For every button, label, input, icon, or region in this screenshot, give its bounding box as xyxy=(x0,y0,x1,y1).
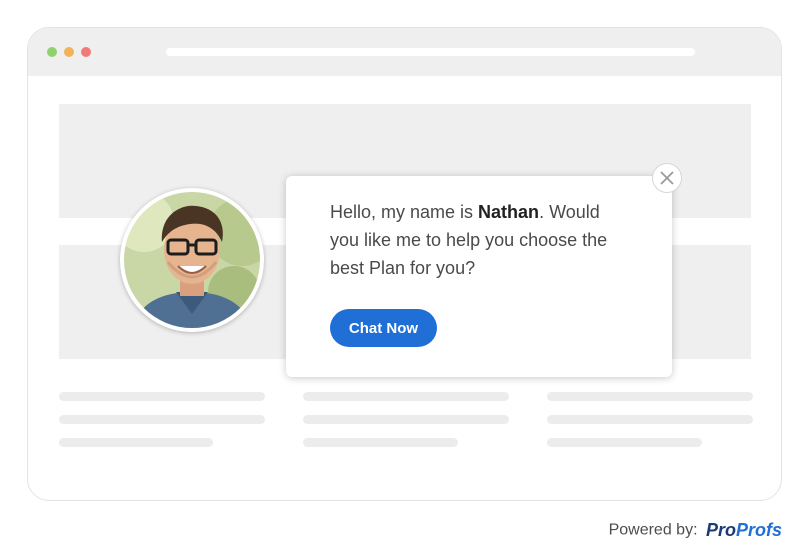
skeleton-line xyxy=(547,392,753,401)
chat-invite-message: Hello, my name is Nathan. Would you like… xyxy=(330,198,630,282)
chat-invite-card: Hello, my name is Nathan. Would you like… xyxy=(286,176,672,377)
chat-now-button[interactable]: Chat Now xyxy=(330,309,437,347)
skeleton-line xyxy=(547,415,753,424)
agent-photo xyxy=(124,192,260,328)
agent-name: Nathan xyxy=(478,202,540,222)
window-dot-green xyxy=(47,47,57,57)
window-dot-red xyxy=(81,47,91,57)
powered-by-label: Powered by: xyxy=(608,521,698,539)
skeleton-line xyxy=(303,438,458,447)
powered-by: Powered by: ProProfs xyxy=(609,520,782,540)
close-button[interactable] xyxy=(652,163,682,193)
skeleton-line xyxy=(59,392,265,401)
browser-titlebar xyxy=(28,28,781,76)
skeleton-line xyxy=(59,415,265,424)
agent-avatar xyxy=(120,188,264,332)
skeleton-line xyxy=(547,438,702,447)
address-bar xyxy=(166,48,695,56)
browser-window: Hello, my name is Nathan. Would you like… xyxy=(27,27,782,501)
logo-part-1: Pro xyxy=(705,520,736,540)
message-prefix: Hello, my name is xyxy=(330,202,479,222)
skeleton-line xyxy=(303,392,509,401)
close-icon xyxy=(660,171,674,185)
window-dot-yellow xyxy=(64,47,74,57)
skeleton-line xyxy=(59,438,213,447)
proprofs-logo[interactable]: ProProfs xyxy=(706,520,782,540)
skeleton-line xyxy=(303,415,509,424)
logo-part-2: Profs xyxy=(735,520,782,540)
